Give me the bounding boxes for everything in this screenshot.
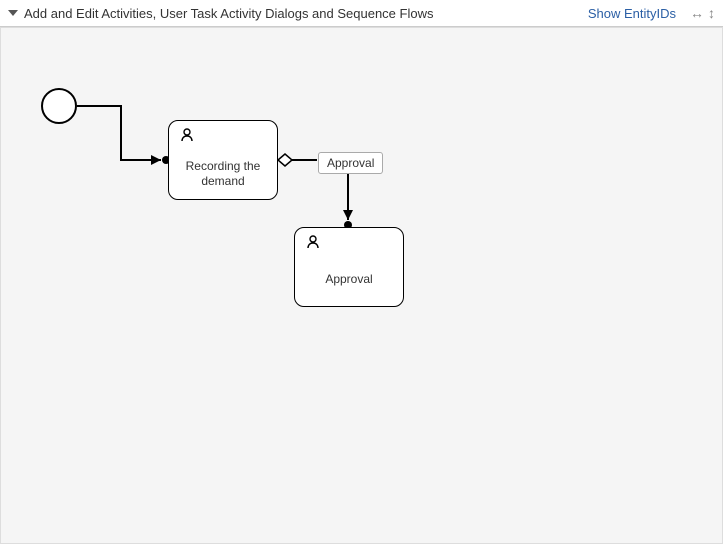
edge-label-approval[interactable]: Approval xyxy=(318,152,383,174)
flow-start-to-recording[interactable] xyxy=(77,106,161,160)
user-task-icon xyxy=(305,234,321,253)
user-task-icon xyxy=(179,127,195,146)
resize-horizontal-icon[interactable]: ↔ xyxy=(690,6,704,20)
activity-approval[interactable]: Approval xyxy=(294,227,404,307)
activity-label: Approval xyxy=(295,272,403,287)
resize-vertical-icon[interactable]: ↕ xyxy=(708,6,715,20)
connector-diamond-icon xyxy=(278,154,292,166)
activity-label: Recording the demand xyxy=(169,159,277,189)
activity-recording[interactable]: Recording the demand xyxy=(168,120,278,200)
start-event[interactable] xyxy=(41,88,77,124)
show-entity-ids-link[interactable]: Show EntityIDs xyxy=(588,6,676,21)
workflow-canvas[interactable]: Recording the demand Approval Approval xyxy=(0,27,723,544)
panel-header: Add and Edit Activities, User Task Activ… xyxy=(0,0,723,27)
panel-title: Add and Edit Activities, User Task Activ… xyxy=(24,6,433,21)
collapse-toggle-icon[interactable] xyxy=(8,10,18,16)
workflow-editor-panel: Add and Edit Activities, User Task Activ… xyxy=(0,0,723,543)
